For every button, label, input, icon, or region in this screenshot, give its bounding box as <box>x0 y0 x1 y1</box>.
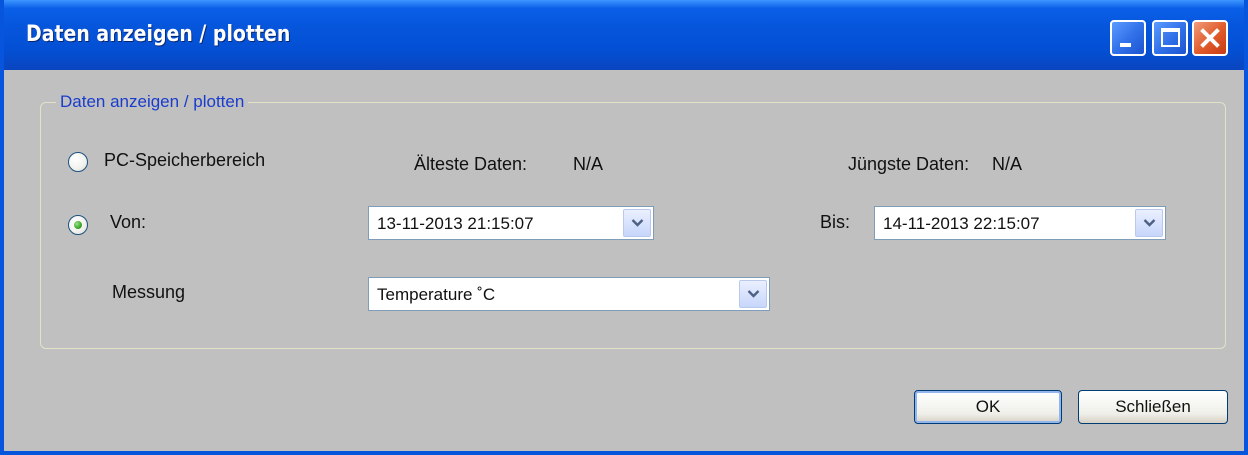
newest-data-value: N/A <box>992 154 1023 174</box>
dialog-body: Daten anzeigen / plotten PC-Speicherbere… <box>4 70 1244 451</box>
close-window-button[interactable] <box>1192 20 1228 56</box>
from-date-dropdown-button[interactable] <box>623 209 651 237</box>
to-date-dropdown-button[interactable] <box>1135 209 1163 237</box>
chevron-down-icon <box>747 290 760 298</box>
to-label: Bis: <box>820 212 851 232</box>
oldest-data-label: Älteste Daten: <box>414 154 528 174</box>
maximize-button[interactable] <box>1152 20 1188 56</box>
from-radio[interactable] <box>68 215 88 235</box>
group-legend: Daten anzeigen / plotten <box>56 92 249 112</box>
pc-storage-label[interactable]: PC-Speicherbereich <box>104 150 265 171</box>
from-label[interactable]: Von: <box>110 212 146 233</box>
minimize-button[interactable] <box>1110 20 1146 56</box>
newest-data-label: Jüngste Daten: <box>848 154 970 174</box>
close-icon <box>1200 28 1220 48</box>
pc-storage-radio[interactable] <box>68 152 88 172</box>
maximize-icon <box>1161 28 1180 47</box>
measurement-value: Temperature ˚C <box>377 285 496 304</box>
window-title: Daten anzeigen / plotten <box>26 22 291 47</box>
chevron-down-icon <box>631 219 644 227</box>
measurement-label: Messung <box>112 282 186 302</box>
radio-selected-dot <box>74 221 82 229</box>
from-date-picker[interactable]: 13-11-2013 21:15:07 <box>368 206 654 240</box>
chevron-down-icon <box>1143 219 1156 227</box>
ok-button[interactable]: OK <box>914 390 1062 424</box>
from-date-value: 13-11-2013 21:15:07 <box>377 214 534 233</box>
close-button[interactable]: Schließen <box>1078 390 1228 424</box>
title-bar[interactable]: Daten anzeigen / plotten <box>4 0 1244 70</box>
to-date-picker[interactable]: 14-11-2013 22:15:07 <box>874 206 1166 240</box>
dialog-window: Daten anzeigen / plotten Daten anzeigen … <box>0 0 1248 455</box>
oldest-data-value: N/A <box>573 154 604 174</box>
measurement-dropdown-button[interactable] <box>739 280 767 308</box>
minimize-icon <box>1120 43 1131 47</box>
to-date-value: 14-11-2013 22:15:07 <box>883 214 1040 233</box>
measurement-select[interactable]: Temperature ˚C <box>368 277 770 311</box>
